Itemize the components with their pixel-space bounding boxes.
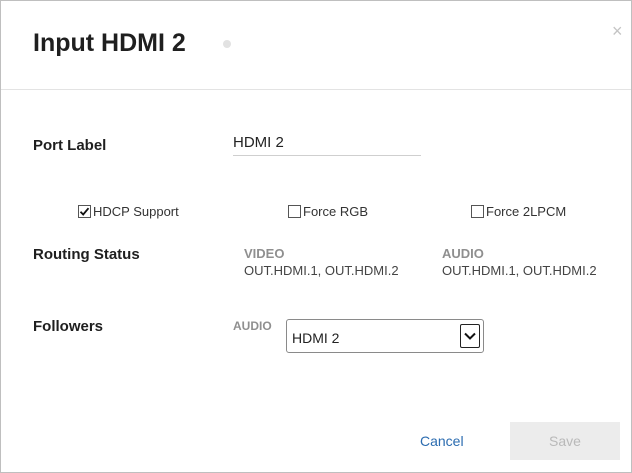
port-label-input[interactable] xyxy=(233,129,421,156)
force-rgb-label: Force RGB xyxy=(303,204,369,219)
close-icon[interactable]: × xyxy=(612,22,623,40)
video-header: VIDEO xyxy=(244,246,285,261)
chevron-down-icon[interactable] xyxy=(460,324,480,348)
cancel-button[interactable]: Cancel xyxy=(420,433,464,449)
checkbox-checked-icon xyxy=(78,205,91,218)
routing-status-heading: Routing Status xyxy=(33,246,140,263)
checkbox-unchecked-icon xyxy=(288,205,301,218)
dialog-header: Input HDMI 2 × xyxy=(1,1,631,90)
checkbox-unchecked-icon xyxy=(471,205,484,218)
input-settings-dialog: Input HDMI 2 × Port Label HDCP Support F… xyxy=(0,0,632,473)
port-label-heading: Port Label xyxy=(33,137,107,154)
status-dot-icon xyxy=(223,40,231,48)
followers-audio-label: AUDIO xyxy=(233,319,272,333)
followers-heading: Followers xyxy=(33,318,104,335)
force-2lpcm-label: Force 2LPCM xyxy=(486,204,567,219)
hdcp-support-checkbox[interactable]: HDCP Support xyxy=(78,204,179,219)
audio-header: AUDIO xyxy=(442,246,484,261)
save-button[interactable]: Save xyxy=(510,422,620,460)
followers-selected-value: HDMI 2 xyxy=(292,330,340,346)
dialog-title: Input HDMI 2 xyxy=(33,29,186,57)
force-rgb-checkbox[interactable]: Force RGB xyxy=(288,204,368,219)
followers-audio-select[interactable]: HDMI 2 xyxy=(286,319,484,353)
hdcp-support-label: HDCP Support xyxy=(93,204,179,219)
force-2lpcm-checkbox[interactable]: Force 2LPCM xyxy=(471,204,566,219)
audio-routing-value: OUT.HDMI.1, OUT.HDMI.2 xyxy=(442,263,597,278)
video-routing-value: OUT.HDMI.1, OUT.HDMI.2 xyxy=(244,263,399,278)
